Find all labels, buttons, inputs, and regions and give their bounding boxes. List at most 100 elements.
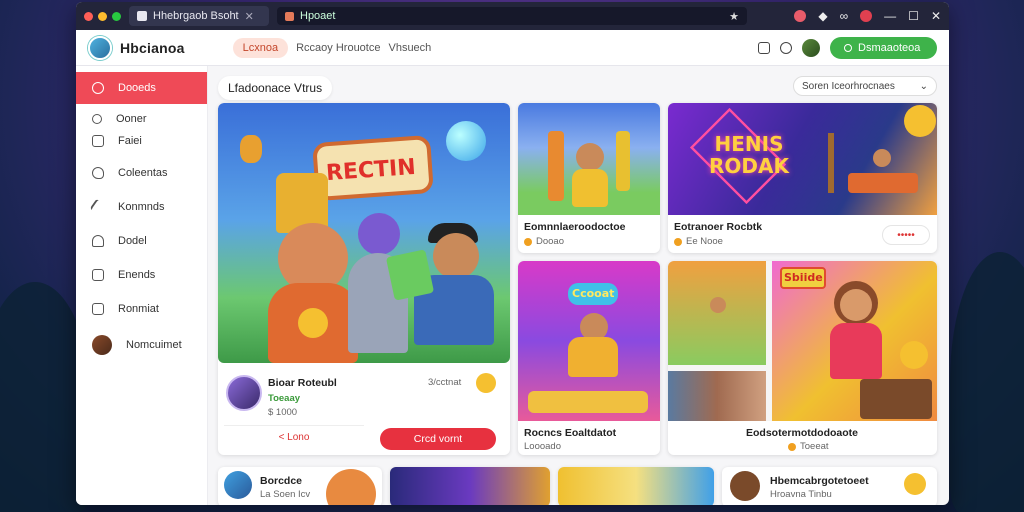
- game-card-banner: Ccooat: [572, 287, 615, 300]
- window-maximize-icon[interactable]: ☐: [908, 9, 919, 23]
- link-icon[interactable]: ∞: [840, 9, 849, 23]
- clipboard-icon: [92, 303, 104, 315]
- character-body: [568, 337, 618, 377]
- game-card-meta-text: Toeeat: [800, 441, 829, 452]
- game-card-thumbnail[interactable]: [518, 103, 660, 215]
- tablet-shape: [385, 249, 435, 301]
- settings-icon[interactable]: [780, 41, 792, 54]
- profile-icon[interactable]: [860, 10, 873, 22]
- character-art: [326, 469, 376, 505]
- featured-card[interactable]: RECTIN Bioar Roteubl 3/cctnat Toeaay $ 1…: [218, 103, 510, 455]
- featured-price: $ 1000: [268, 407, 298, 418]
- user-avatar[interactable]: [802, 38, 820, 57]
- sidebar-item-coleentas[interactable]: Coleentas: [76, 164, 207, 182]
- game-card-title[interactable]: Eotranoer Rocbtk: [674, 221, 762, 233]
- nav-link-browse[interactable]: Rccaoy Hrouotce: [296, 42, 380, 54]
- puzzle-icon[interactable]: ◆: [818, 9, 827, 23]
- creator-name[interactable]: Bioar Roteubl: [268, 377, 337, 389]
- extension-icon[interactable]: [794, 10, 807, 22]
- image-icon: [92, 114, 102, 124]
- game-card-title[interactable]: Eomnnlaeroodoctoe: [524, 221, 626, 233]
- tower-decor: [548, 131, 564, 201]
- group-photo: [668, 371, 766, 421]
- sidebar-item-label: Faiei: [118, 135, 142, 147]
- game-card-meta: Loooado: [524, 441, 561, 452]
- sort-dropdown[interactable]: Soren Iceorhrocnaes ⌄: [793, 76, 937, 96]
- sidebar-item-faiei[interactable]: Faiei: [76, 132, 207, 150]
- site-icon: [285, 11, 294, 21]
- section-title: Lfadoonace Vtrus: [218, 76, 333, 100]
- download-button[interactable]: Dsmaaoteoa: [830, 36, 937, 59]
- play-icon: [844, 43, 852, 52]
- game-card-thumbnail[interactable]: Ccooat: [518, 261, 660, 421]
- game-card-title[interactable]: Eodsotermotdodoaote: [746, 427, 858, 439]
- bottom-card[interactable]: Hbemcabrgotetoeet Hroavna Tinbu: [722, 467, 937, 505]
- window-close-icon[interactable]: ✕: [931, 9, 941, 23]
- sidebar-item-enends[interactable]: Enends: [76, 266, 207, 284]
- brand-avatar[interactable]: [88, 35, 112, 60]
- floor-decor: [528, 391, 648, 413]
- chest-decor: [860, 379, 932, 419]
- address-text: Hpoaet: [300, 10, 336, 22]
- game-card-title[interactable]: Rocncs Eoaltdatot: [524, 427, 616, 439]
- close-dot[interactable]: [84, 11, 93, 21]
- sidebar-item-dodel[interactable]: Dodel: [76, 232, 207, 250]
- maximize-dot[interactable]: [112, 11, 121, 21]
- nav-link-search[interactable]: Vhsuech: [388, 42, 431, 54]
- game-card-banner: Sbiide: [784, 271, 823, 284]
- coin-icon: [674, 237, 682, 246]
- featured-thumbnail[interactable]: RECTIN: [218, 103, 510, 363]
- bottom-card-title[interactable]: Hbemcabrgotetoeet: [770, 475, 869, 487]
- sidebar-item-label: Enends: [118, 269, 156, 281]
- chick-decor: [900, 341, 928, 369]
- tab-close-icon[interactable]: ✕: [245, 10, 254, 23]
- bottom-card-meta: La Soen Icv: [260, 489, 311, 500]
- girl-face: [840, 289, 872, 321]
- character-head: [873, 149, 891, 167]
- nav-active-pill[interactable]: Lcxnoa: [232, 37, 289, 58]
- game-card[interactable]: Sbiide Eodsotermotdodoaote Toeeat: [668, 261, 937, 455]
- sidebar-item-label: Dodel: [118, 235, 147, 247]
- bottom-card-art[interactable]: [558, 467, 714, 505]
- boy-head: [433, 233, 479, 279]
- game-card-meta: Dooao: [524, 236, 564, 247]
- sidebar-item-ronmiat[interactable]: Ronmiat: [76, 300, 207, 318]
- game-card[interactable]: HENIS RODAK Eotranoer Rocbtk Ee Nooe •••…: [668, 103, 937, 253]
- game-card-thumbnail[interactable]: HENIS RODAK: [668, 103, 937, 215]
- avatar: [92, 335, 112, 355]
- notifications-icon[interactable]: [758, 41, 770, 54]
- game-card-thumbnail[interactable]: Sbiide: [668, 261, 937, 421]
- sidebar-item-ooner[interactable]: Ooner: [76, 110, 207, 128]
- creator-avatar[interactable]: [226, 375, 262, 411]
- minimize-dot[interactable]: [98, 11, 107, 21]
- window-minimize-icon[interactable]: —: [884, 9, 896, 23]
- document-icon: [92, 269, 104, 281]
- bottom-card-art[interactable]: [390, 467, 550, 505]
- bottom-card-title[interactable]: Borcdce: [260, 475, 302, 487]
- smiley-icon: [298, 308, 328, 338]
- pillar-decor: [616, 131, 630, 191]
- sidebar-item-konmnds[interactable]: Konmnds: [76, 198, 207, 216]
- sidebar-item-home[interactable]: Dooeds: [76, 72, 207, 104]
- game-card[interactable]: Ccooat Rocncs Eoaltdatot Loooado: [518, 261, 660, 455]
- brand-name[interactable]: Hbcianoa: [120, 40, 185, 56]
- back-button[interactable]: < Lono: [224, 425, 364, 449]
- more-button[interactable]: •••••: [882, 225, 930, 245]
- address-bar[interactable]: Hpoaet ★: [277, 7, 747, 25]
- featured-status: Toeaay: [268, 393, 301, 404]
- bookmark-star-icon[interactable]: ★: [729, 10, 739, 23]
- heart-icon: [92, 167, 104, 179]
- character-head: [710, 297, 726, 313]
- emoji-icon: [476, 373, 496, 393]
- game-card-banner: HENIS RODAK: [709, 132, 789, 178]
- tab-title: Hhebrgaob Bsoht: [153, 10, 239, 22]
- download-button-label: Dsmaaoteoa: [858, 41, 921, 54]
- primary-action-button[interactable]: Crcd vornt: [380, 428, 496, 450]
- sidebar-item-profile[interactable]: Nomcuimet: [76, 334, 207, 356]
- bottom-card[interactable]: Borcdce La Soen Icv: [218, 467, 382, 505]
- browser-tab-active[interactable]: Hhebrgaob Bsoht ✕: [129, 6, 269, 26]
- stage-decor: [848, 173, 918, 193]
- game-card[interactable]: Eomnnlaeroodoctoe Dooao: [518, 103, 660, 253]
- coin-icon: [524, 237, 532, 246]
- calendar-icon: [92, 135, 104, 147]
